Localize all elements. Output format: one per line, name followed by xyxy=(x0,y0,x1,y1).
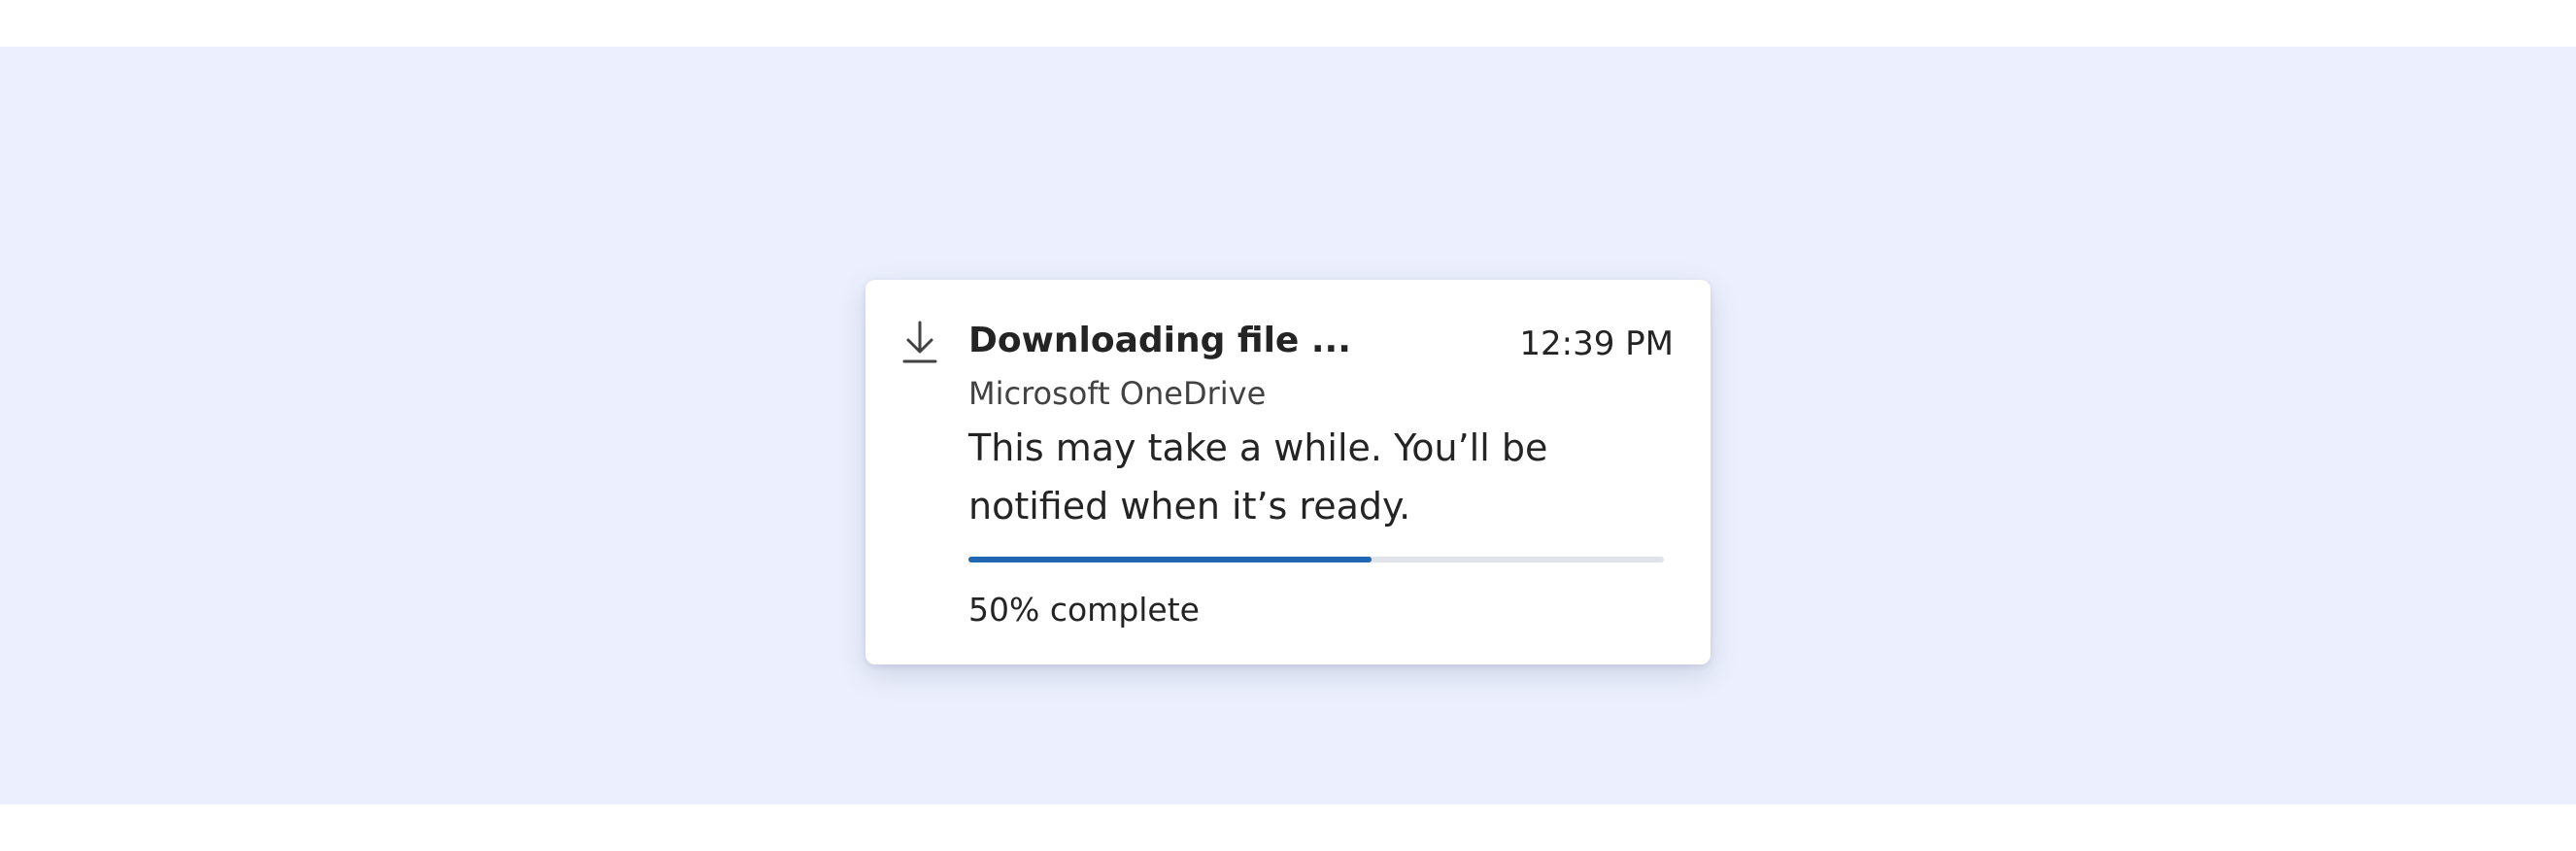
notification-message: This may take a while. You’ll be notifie… xyxy=(968,426,1548,528)
download-icon xyxy=(900,319,939,363)
download-progress-fill xyxy=(968,557,1373,562)
download-notification-toast[interactable]: Downloading file ... 12:39 PM Microsoft … xyxy=(865,280,1711,664)
notification-app-name: Microsoft OneDrive xyxy=(968,375,1267,412)
notification-title: Downloading file ... xyxy=(968,321,1351,360)
download-progress-bar xyxy=(968,557,1664,562)
notification-timestamp: 12:39 PM xyxy=(1519,324,1674,363)
progress-status-text: 50% complete xyxy=(968,591,1200,629)
desktop-background: Downloading file ... 12:39 PM Microsoft … xyxy=(0,47,2576,804)
